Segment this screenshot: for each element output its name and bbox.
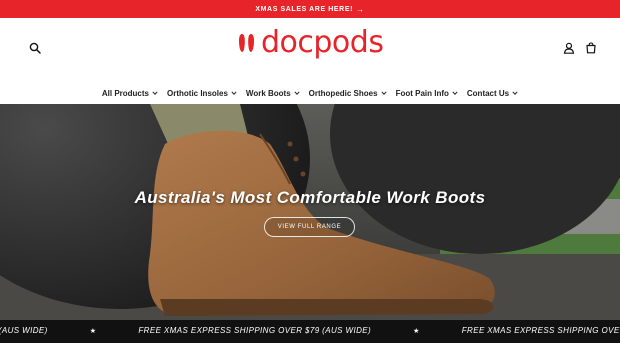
nav-item-contact-us[interactable]: Contact Us: [467, 86, 518, 100]
announcement-bar[interactable]: XMAS SALES ARE HERE! →: [0, 0, 620, 18]
hero-title: Australia's Most Comfortable Work Boots: [134, 188, 486, 207]
nav-item-all-products[interactable]: All Products: [102, 86, 158, 100]
site-header: docpods All Products Orthotic Insoles Wo…: [0, 18, 620, 104]
nav-item-label: Foot Pain Info: [395, 88, 449, 98]
announcement-text[interactable]: XMAS SALES ARE HERE!: [255, 6, 353, 13]
cart-icon: [586, 42, 596, 54]
chevron-down-icon: [294, 91, 300, 95]
nav-item-label: Work Boots: [245, 88, 291, 98]
nav-item-orthopedic-shoes[interactable]: Orthopedic Shoes: [309, 86, 387, 100]
main-nav: All Products Orthotic Insoles Work Boots…: [0, 86, 620, 100]
ticker-item: FREE XMAS EXPRESS SHIPPING OVER $79 (AUS…: [0, 326, 48, 335]
page: XMAS SALES ARE HERE! → docpods All Produ…: [0, 0, 620, 343]
nav-item-label: All Products: [101, 88, 149, 98]
nav-item-label: Orthotic Insoles: [167, 88, 228, 98]
view-full-range-button[interactable]: VIEW FULL RANGE: [264, 217, 355, 237]
ticker-track: FREE XMAS EXPRESS SHIPPING OVER $79 (AUS…: [0, 326, 620, 335]
chevron-down-icon: [380, 91, 387, 95]
nav-item-work-boots[interactable]: Work Boots: [246, 86, 300, 100]
search-icon: [29, 42, 41, 54]
site-logo[interactable]: docpods: [238, 25, 384, 60]
nav-item-orthotic-insoles[interactable]: Orthotic Insoles: [167, 86, 237, 100]
arrow-right-icon: →: [356, 4, 365, 14]
insoles-logo-icon: [238, 34, 255, 52]
ticker-item: FREE XMAS EXPRESS SHIPPING OVER $79 (AUS…: [461, 326, 620, 335]
shipping-ticker: FREE XMAS EXPRESS SHIPPING OVER $79 (AUS…: [0, 320, 620, 343]
ticker-item: FREE XMAS EXPRESS SHIPPING OVER $79 (AUS…: [138, 326, 372, 335]
logo-text: docpods: [261, 25, 384, 60]
hero-banner: Australia's Most Comfortable Work Boots …: [0, 104, 620, 320]
chevron-down-icon: [512, 91, 518, 95]
hero-background-image: [0, 104, 620, 320]
star-icon: ★: [413, 327, 420, 335]
chevron-down-icon: [452, 91, 458, 95]
star-icon: ★: [89, 327, 97, 335]
user-icon: [563, 42, 575, 54]
cart-button[interactable]: [582, 39, 600, 57]
chevron-down-icon: [152, 91, 158, 95]
search-button[interactable]: [26, 39, 44, 57]
nav-item-label: Contact Us: [466, 88, 510, 98]
chevron-down-icon: [231, 91, 237, 95]
nav-item-foot-pain-info[interactable]: Foot Pain Info: [396, 86, 458, 100]
nav-item-label: Orthopedic Shoes: [308, 88, 378, 98]
account-button[interactable]: [560, 39, 578, 57]
